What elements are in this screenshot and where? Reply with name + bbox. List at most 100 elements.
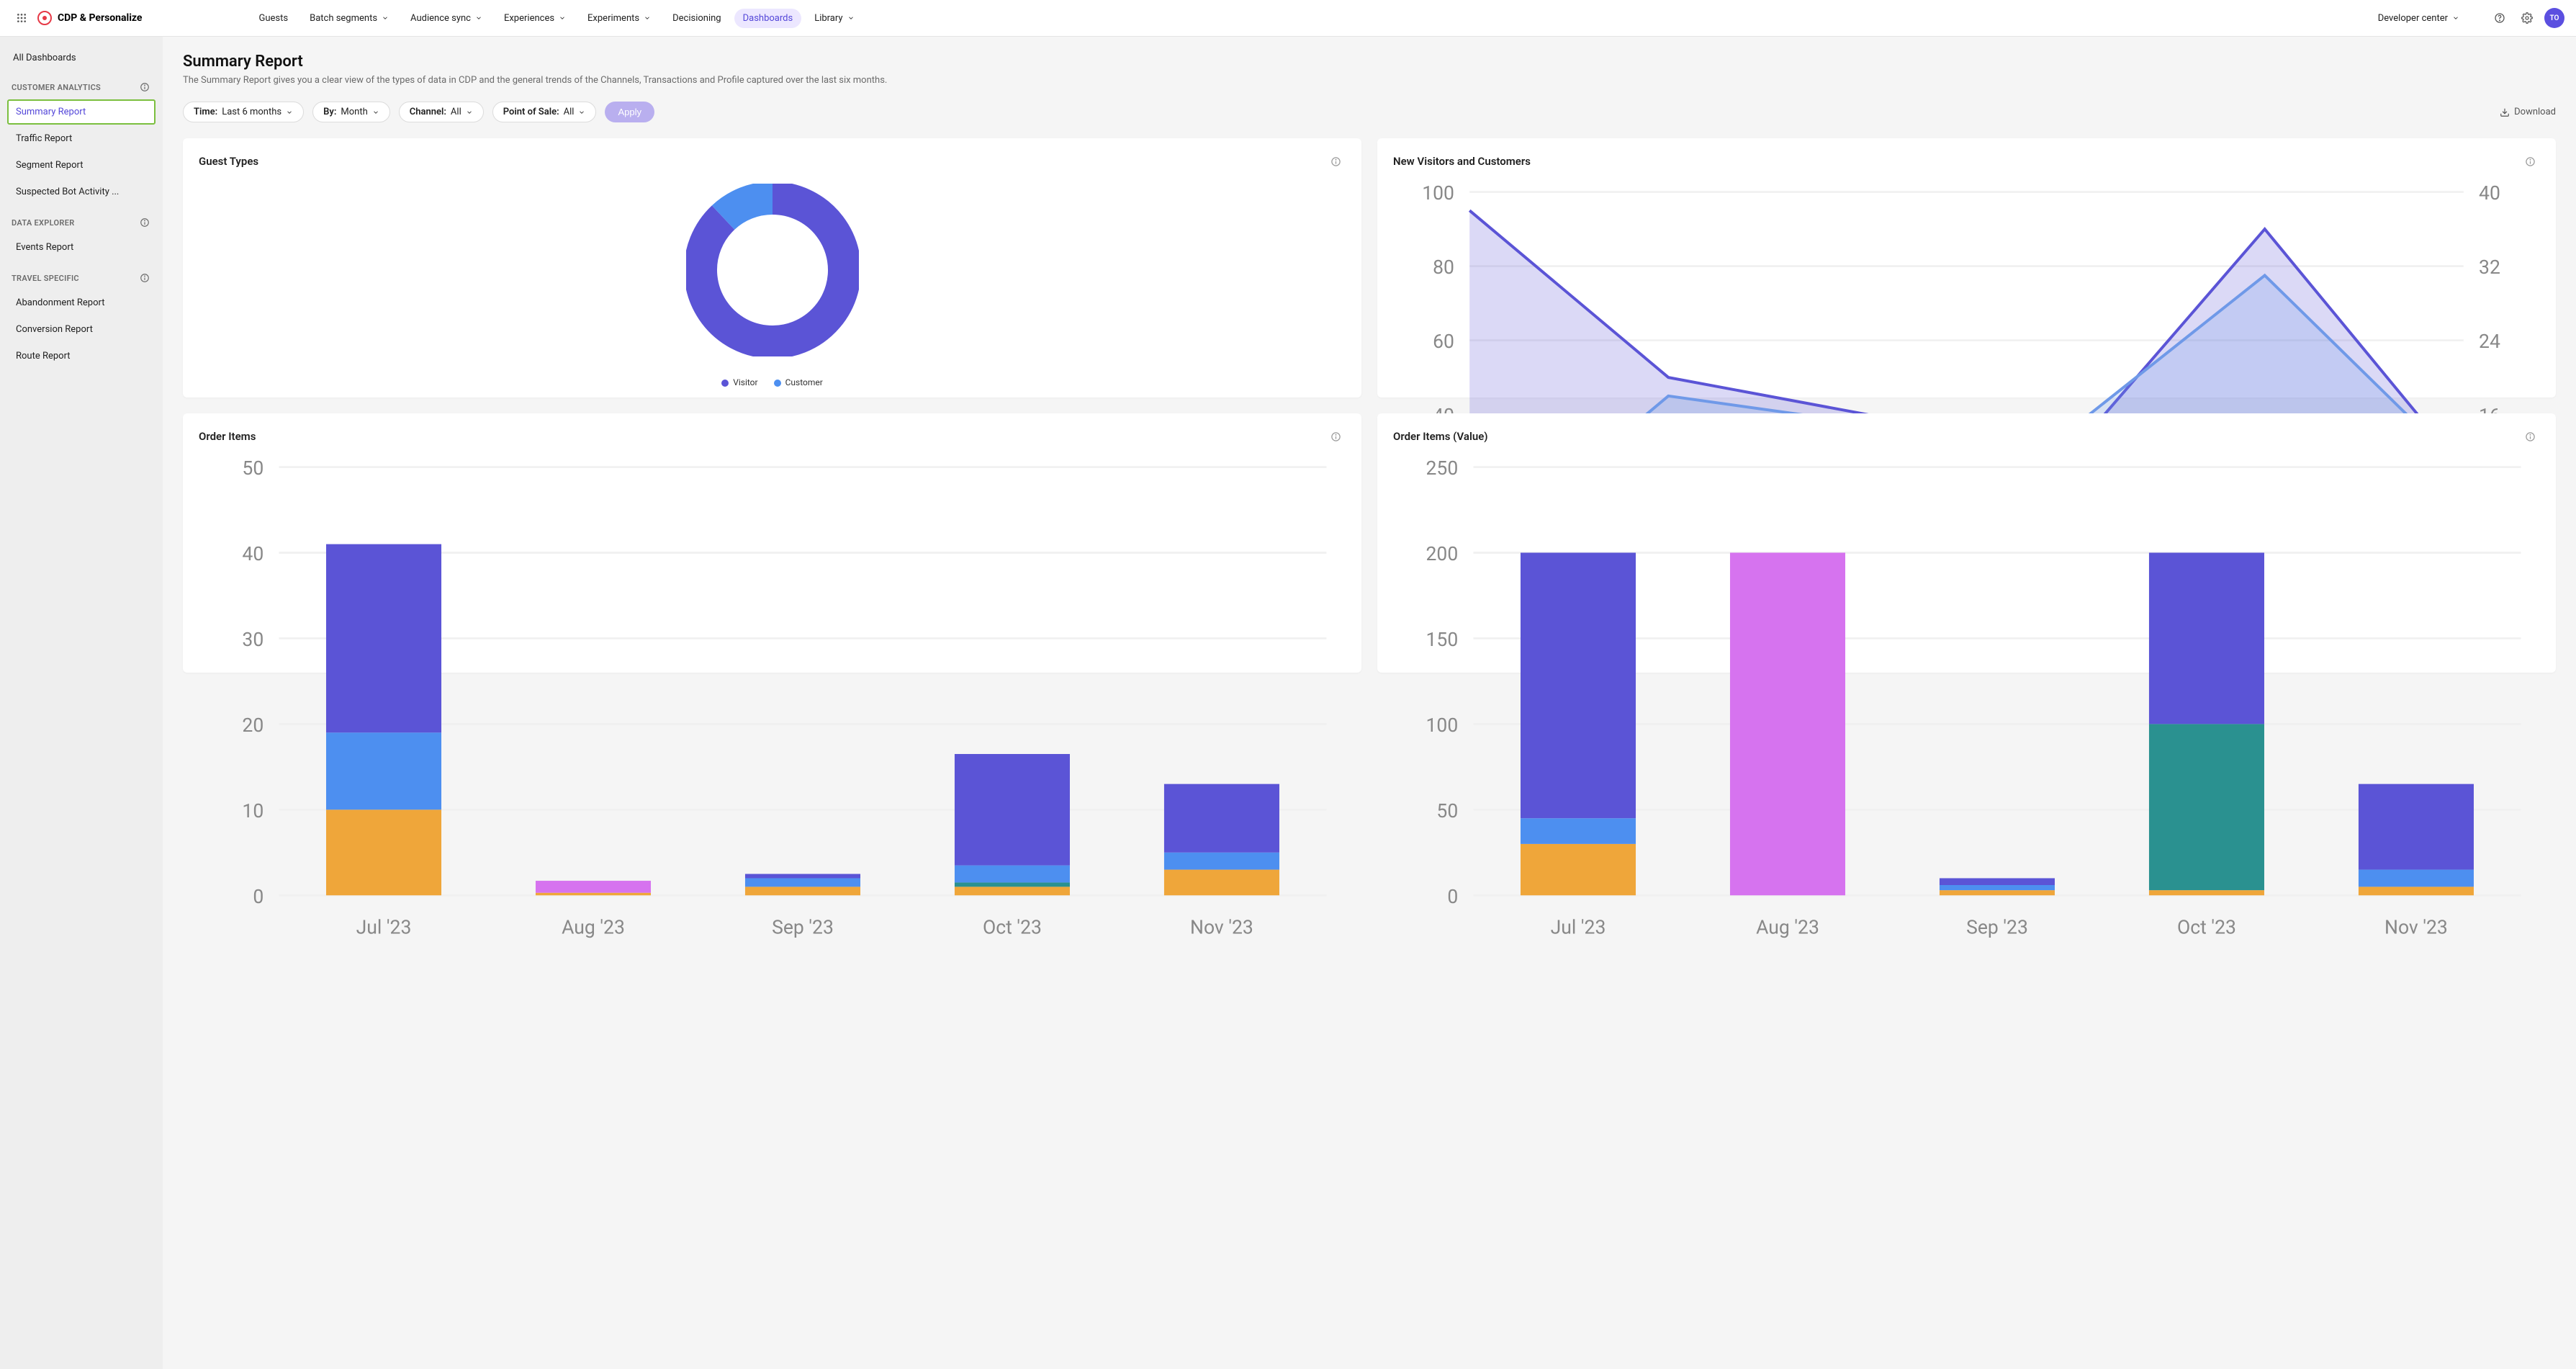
filter-by[interactable]: By: Month [312, 102, 390, 122]
svg-text:Nov '23: Nov '23 [2384, 916, 2448, 938]
card-guest-types: Guest Types Visitor Customer [183, 138, 1361, 398]
sidebar-item-suspected-bot-activity-[interactable]: Suspected Bot Activity ... [7, 179, 156, 205]
chevron-down-icon [847, 14, 855, 22]
svg-text:Oct '23: Oct '23 [983, 916, 1042, 938]
card-order-items-value: Order Items (Value) 050100150200250Jul '… [1377, 413, 2556, 673]
card-order-items: Order Items 01020304050Jul '23Aug '23Sep… [183, 413, 1361, 673]
info-icon[interactable] [138, 216, 151, 229]
chevron-down-icon [2452, 14, 2459, 22]
help-icon[interactable] [2490, 8, 2510, 28]
svg-text:0: 0 [1447, 886, 1458, 908]
sidebar-item-events-report[interactable]: Events Report [7, 235, 156, 260]
filter-time[interactable]: Time: Last 6 months [183, 102, 304, 122]
svg-text:24: 24 [2479, 331, 2500, 353]
svg-text:100: 100 [1426, 714, 1459, 737]
chart-order-items-value: 0 50 100 150 200 250 Jul '23 Aug '23 Sep '23 Oct … [1393, 446, 2540, 946]
svg-text:Jul '23: Jul '23 [1551, 916, 1606, 938]
nav-item-dashboards[interactable]: Dashboards [734, 9, 802, 28]
svg-text:Aug '23: Aug '23 [1756, 916, 1819, 938]
nav-item-batch-segments[interactable]: Batch segments [301, 9, 397, 28]
svg-text:Aug '23: Aug '23 [562, 916, 625, 938]
sidebar-all-dashboards[interactable]: All Dashboards [7, 47, 156, 69]
svg-text:30: 30 [242, 629, 264, 651]
info-icon[interactable] [1325, 151, 1346, 171]
nav-item-guests[interactable]: Guests [251, 9, 297, 28]
svg-text:50: 50 [242, 457, 264, 480]
info-icon[interactable] [2520, 426, 2540, 446]
chart-guest-types [199, 171, 1346, 369]
info-icon[interactable] [1325, 426, 1346, 446]
top-nav: CDP & Personalize GuestsBatch segments Au… [0, 0, 2576, 37]
info-icon[interactable] [138, 81, 151, 94]
nav-item-experiences[interactable]: Experiences [495, 9, 575, 28]
nav-item-library[interactable]: Library [806, 9, 863, 28]
nav-item-audience-sync[interactable]: Audience sync [402, 9, 491, 28]
chevron-down-icon [578, 109, 585, 116]
nav-item-experiments[interactable]: Experiments [579, 9, 659, 28]
chevron-down-icon [382, 14, 389, 22]
svg-text:Jul '23: Jul '23 [356, 916, 412, 938]
svg-text:Oct '23: Oct '23 [2177, 916, 2236, 938]
info-icon[interactable] [138, 271, 151, 284]
card-title: Order Items [199, 430, 256, 443]
sidebar-item-summary-report[interactable]: Summary Report [7, 99, 156, 125]
brand[interactable]: CDP & Personalize [37, 11, 143, 25]
card-title: Order Items (Value) [1393, 430, 1488, 443]
svg-text:40: 40 [2479, 182, 2500, 205]
svg-text:Sep '23: Sep '23 [772, 916, 834, 938]
filter-row: Time: Last 6 months By: Month Channel: A… [183, 102, 2556, 122]
svg-text:Sep '23: Sep '23 [1966, 916, 2028, 938]
brand-logo-icon [37, 11, 52, 25]
page-title: Summary Report [183, 53, 2556, 71]
download-icon [2500, 107, 2510, 117]
gear-icon[interactable] [2517, 8, 2537, 28]
page-subtitle: The Summary Report gives you a clear vie… [183, 75, 2556, 86]
sidebar-section-header: TRAVEL SPECIFIC [7, 266, 156, 289]
sidebar-section-header: CUSTOMER ANALYTICS [7, 75, 156, 98]
chevron-down-icon [475, 14, 482, 22]
filter-channel[interactable]: Channel: All [399, 102, 484, 122]
svg-text:Nov '23: Nov '23 [1190, 916, 1253, 938]
sidebar-item-segment-report[interactable]: Segment Report [7, 153, 156, 178]
svg-text:100: 100 [1422, 182, 1454, 205]
sidebar-item-abandonment-report[interactable]: Abandonment Report [7, 290, 156, 315]
svg-text:20: 20 [242, 714, 264, 737]
main-nav: GuestsBatch segments Audience syncExperie… [251, 9, 863, 28]
chevron-down-icon [286, 109, 293, 116]
chevron-down-icon [372, 109, 379, 116]
svg-text:0: 0 [253, 886, 264, 908]
svg-text:40: 40 [242, 543, 264, 565]
svg-text:32: 32 [2479, 256, 2500, 279]
developer-center-link[interactable]: Developer center [2369, 9, 2468, 28]
svg-text:60: 60 [1433, 331, 1454, 353]
svg-text:200: 200 [1426, 543, 1459, 565]
download-button[interactable]: Download [2500, 107, 2556, 117]
chevron-down-icon [466, 109, 473, 116]
card-title: Guest Types [199, 155, 258, 168]
card-title: New Visitors and Customers [1393, 155, 1531, 168]
sidebar-section-header: DATA EXPLORER [7, 210, 156, 233]
chevron-down-icon [559, 14, 566, 22]
svg-text:250: 250 [1426, 457, 1459, 480]
developer-center-label: Developer center [2378, 13, 2448, 24]
sidebar-item-conversion-report[interactable]: Conversion Report [7, 317, 156, 342]
chevron-down-icon [644, 14, 651, 22]
legend: Visitor Customer [199, 377, 1346, 387]
sidebar-item-route-report[interactable]: Route Report [7, 344, 156, 369]
filter-pos[interactable]: Point of Sale: All [492, 102, 597, 122]
sidebar-item-traffic-report[interactable]: Traffic Report [7, 126, 156, 151]
card-new-visitors: New Visitors and Customers 0204060801000… [1377, 138, 2556, 398]
info-icon[interactable] [2520, 151, 2540, 171]
apply-button[interactable]: Apply [605, 102, 654, 122]
svg-text:80: 80 [1433, 256, 1454, 279]
svg-text:10: 10 [242, 800, 264, 822]
svg-text:150: 150 [1426, 629, 1459, 651]
sidebar: All Dashboards CUSTOMER ANALYTICSSummary… [0, 37, 163, 1369]
brand-text: CDP & Personalize [58, 12, 143, 24]
nav-item-decisioning[interactable]: Decisioning [664, 9, 730, 28]
apps-grid-icon[interactable] [12, 8, 32, 28]
avatar[interactable]: TO [2544, 8, 2564, 28]
chart-order-items: 0 10 20 30 40 50 Jul '23 Aug '23 Sep '23 Oct '23 N… [199, 446, 1346, 946]
svg-text:50: 50 [1436, 800, 1458, 822]
main: Summary Report The Summary Report gives … [163, 37, 2576, 1369]
